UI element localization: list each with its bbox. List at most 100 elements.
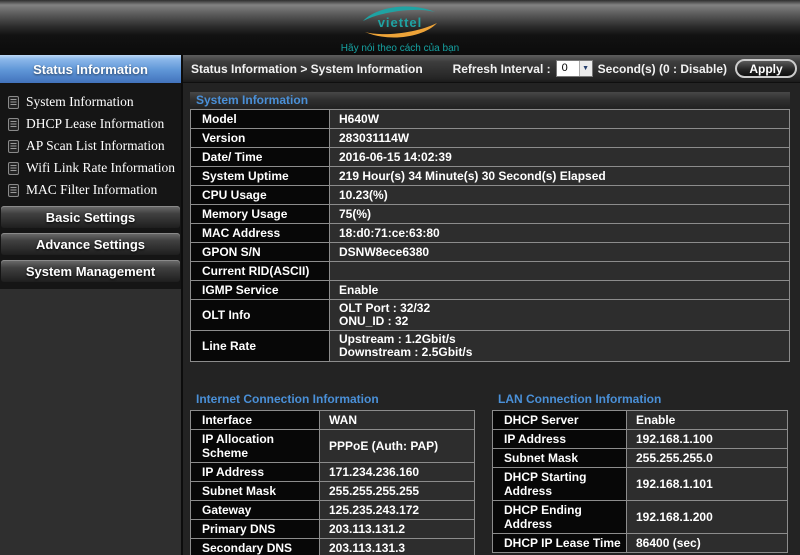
row-value: PPPoE (Auth: PAP)	[320, 430, 475, 462]
sidebar-menu-item[interactable]: DHCP Lease Information	[0, 113, 181, 135]
table-row: Version 283031114W	[190, 129, 790, 148]
row-value: Enable	[627, 411, 788, 429]
row-label: Subnet Mask	[190, 482, 320, 500]
row-value: Upstream : 1.2Gbit/sDownstream : 2.5Gbit…	[330, 331, 790, 361]
row-value: H640W	[330, 110, 790, 128]
internet-info-title: Internet Connection Information	[190, 392, 475, 410]
row-label: Date/ Time	[190, 148, 330, 166]
viettel-logo-icon: viettel	[357, 2, 443, 42]
sidebar-section-label: System Management	[26, 264, 155, 279]
internet-info-section: Internet Connection Information Interfac…	[190, 392, 475, 555]
sidebar-menu-item-label: MAC Filter Information	[26, 182, 157, 198]
row-label: Line Rate	[190, 331, 330, 361]
row-label: OLT Info	[190, 300, 330, 330]
table-row: Memory Usage 75(%)	[190, 205, 790, 224]
document-icon	[8, 184, 19, 197]
table-row: DHCP Server Enable	[492, 411, 788, 430]
lan-info-title: LAN Connection Information	[492, 392, 788, 410]
sidebar-menu-item[interactable]: MAC Filter Information	[0, 179, 181, 201]
logo-wordmark: viettel	[378, 15, 423, 30]
sidebar: Status Information	[0, 55, 183, 555]
brand-slogan: Hãy nói theo cách của bạn	[341, 43, 459, 54]
table-row: Subnet Mask 255.255.255.255	[190, 482, 475, 501]
table-row: IGMP Service Enable	[190, 281, 790, 300]
system-info-header-bar: System Information	[190, 92, 790, 107]
row-label: DHCP Server	[492, 411, 627, 429]
row-value: 203.113.131.3	[320, 539, 475, 555]
row-label: Interface	[190, 411, 320, 429]
row-label: DHCP Ending Address	[492, 501, 627, 533]
row-label: Secondary DNS	[190, 539, 320, 555]
row-label: System Uptime	[190, 167, 330, 185]
sidebar-menu-item-label: DHCP Lease Information	[26, 116, 164, 132]
document-icon	[8, 162, 19, 175]
table-row: DHCP Ending Address 192.168.1.200	[492, 501, 788, 534]
main-area: Status Information > System Information …	[183, 55, 800, 555]
row-value: 125.235.243.172	[320, 501, 475, 519]
row-value: DSNW8ece6380	[330, 243, 790, 261]
sidebar-section-label: Basic Settings	[46, 210, 136, 225]
row-label: IP Allocation Scheme	[190, 430, 320, 462]
row-value: 75(%)	[330, 205, 790, 223]
refresh-interval-select[interactable]: 0 ▼	[556, 60, 593, 77]
router-admin-page: viettel Hãy nói theo cách của bạn Status…	[0, 0, 800, 555]
document-icon	[8, 140, 19, 153]
row-label: CPU Usage	[190, 186, 330, 204]
sidebar-menu-item[interactable]: AP Scan List Information	[0, 135, 181, 157]
document-icon	[8, 96, 19, 109]
internet-info-table: Interface WAN IP Allocation Scheme PPPoE…	[190, 410, 475, 555]
table-row: Date/ Time 2016-06-15 14:02:39	[190, 148, 790, 167]
table-row: Secondary DNS 203.113.131.3	[190, 539, 475, 555]
row-label: Memory Usage	[190, 205, 330, 223]
row-value: 255.255.255.255	[320, 482, 475, 500]
row-value: 283031114W	[330, 129, 790, 147]
table-row: Current RID(ASCII)	[190, 262, 790, 281]
sidebar-section-header[interactable]: Advance Settings	[1, 233, 180, 255]
row-label: Version	[190, 129, 330, 147]
row-value: 86400 (sec)	[627, 534, 788, 552]
row-value: 192.168.1.100	[627, 430, 788, 448]
row-label: Primary DNS	[190, 520, 320, 538]
row-value: 219 Hour(s) 34 Minute(s) 30 Second(s) El…	[330, 167, 790, 185]
sidebar-menu-item-label: System Information	[26, 94, 134, 110]
row-value: 192.168.1.200	[627, 501, 788, 533]
row-value: WAN	[320, 411, 475, 429]
sidebar-menu-item-label: Wifi Link Rate Information	[26, 160, 175, 176]
row-value: 18:d0:71:ce:63:80	[330, 224, 790, 242]
refresh-interval-suffix: Second(s) (0 : Disable)	[598, 62, 727, 76]
sidebar-menu-item-label: AP Scan List Information	[26, 138, 165, 154]
table-row: CPU Usage 10.23(%)	[190, 186, 790, 205]
table-row: Primary DNS 203.113.131.2	[190, 520, 475, 539]
row-value: 255.255.255.0	[627, 449, 788, 467]
document-icon	[8, 118, 19, 131]
sidebar-section-header[interactable]: System Management	[1, 260, 180, 282]
row-value: 192.168.1.101	[627, 468, 788, 500]
row-label: GPON S/N	[190, 243, 330, 261]
sidebar-menu-item[interactable]: System Information	[0, 91, 181, 113]
breadcrumb: Status Information > System Information	[191, 62, 453, 76]
table-row: GPON S/N DSNW8ece6380	[190, 243, 790, 262]
row-label: Current RID(ASCII)	[190, 262, 330, 280]
row-value: Enable	[330, 281, 790, 299]
table-row: Model H640W	[190, 110, 790, 129]
row-value: OLT Port : 32/32ONU_ID : 32	[330, 300, 790, 330]
row-label: DHCP IP Lease Time	[492, 534, 627, 552]
row-label: IP Address	[190, 463, 320, 481]
apply-button[interactable]: Apply	[735, 59, 797, 78]
topbar: Status Information > System Information …	[183, 55, 800, 83]
table-row: IP Address 192.168.1.100	[492, 430, 788, 449]
refresh-interval-label: Refresh Interval :	[453, 62, 551, 76]
sidebar-section-header[interactable]: Basic Settings	[1, 206, 180, 228]
row-label: MAC Address	[190, 224, 330, 242]
system-info-table: Model H640W Version 283031114W Date/ Tim…	[190, 109, 790, 362]
row-value: 171.234.236.160	[320, 463, 475, 481]
sidebar-section-status-information[interactable]: Status Information	[0, 55, 181, 83]
sidebar-menu-item[interactable]: Wifi Link Rate Information	[0, 157, 181, 179]
row-label: IGMP Service	[190, 281, 330, 299]
table-row: MAC Address 18:d0:71:ce:63:80	[190, 224, 790, 243]
row-label: Gateway	[190, 501, 320, 519]
row-value: 2016-06-15 14:02:39	[330, 148, 790, 166]
row-label: Model	[190, 110, 330, 128]
refresh-controls: Refresh Interval : 0 ▼ Second(s) (0 : Di…	[453, 59, 797, 78]
table-row: System Uptime 219 Hour(s) 34 Minute(s) 3…	[190, 167, 790, 186]
